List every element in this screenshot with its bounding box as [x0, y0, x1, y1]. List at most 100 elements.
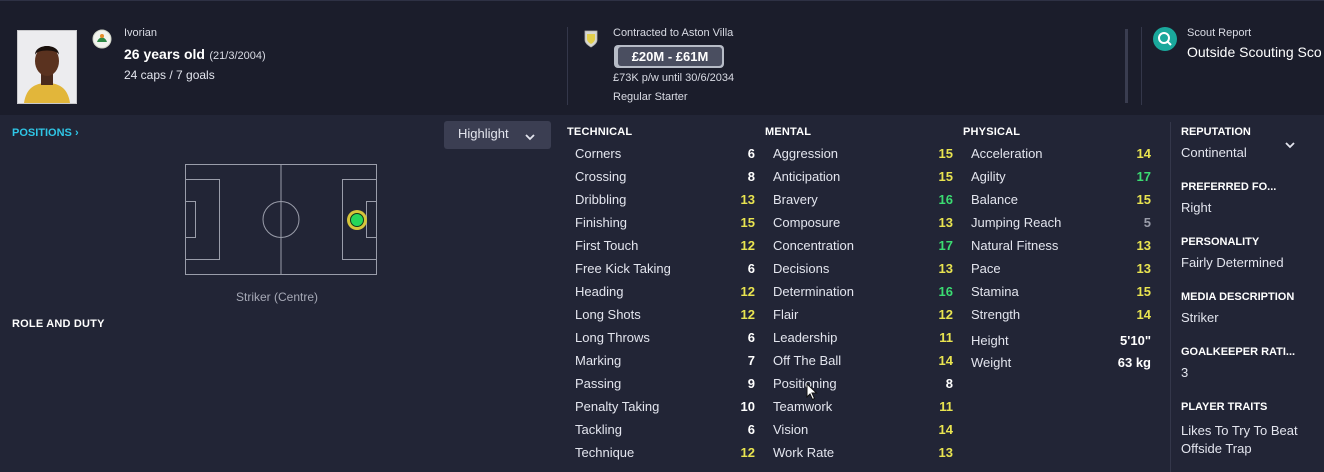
attribute-value: 9: [747, 376, 755, 391]
attribute-value: 11: [939, 399, 953, 414]
attribute-name[interactable]: Flair: [773, 306, 798, 324]
attribute-name[interactable]: Work Rate: [773, 444, 834, 462]
dob-text: (21/3/2004): [209, 50, 266, 62]
value-badge[interactable]: £20M - £61M: [614, 45, 724, 68]
attribute-value: 12: [740, 307, 755, 322]
attribute-name[interactable]: Teamwork: [773, 398, 832, 416]
attribute-name[interactable]: Leadership: [773, 329, 837, 347]
mouse-cursor-icon: [806, 382, 818, 406]
attribute-name[interactable]: Stamina: [971, 283, 1019, 301]
attribute-name[interactable]: Penalty Taking: [575, 398, 659, 416]
attribute-value: 6: [747, 330, 755, 345]
attribute-name[interactable]: Finishing: [575, 214, 627, 232]
attribute-name[interactable]: Composure: [773, 214, 840, 232]
attribute-name[interactable]: Acceleration: [971, 145, 1043, 163]
age-line: 26 years old (21/3/2004): [124, 46, 266, 64]
attribute-name[interactable]: Technique: [575, 444, 634, 462]
reputation-value: Continental: [1181, 145, 1247, 160]
attribute-name[interactable]: Decisions: [773, 260, 829, 278]
attribute-name[interactable]: Crossing: [575, 168, 626, 186]
attribute-name[interactable]: Marking: [575, 352, 621, 370]
attribute-value: 12: [740, 284, 755, 299]
attribute-name[interactable]: Passing: [575, 375, 621, 393]
attribute-name[interactable]: Bravery: [773, 191, 818, 209]
divider: [567, 27, 568, 105]
attribute-value: 13: [1136, 238, 1151, 253]
chevron-right-icon: ›: [74, 127, 79, 139]
caps-goals: 24 caps / 7 goals: [124, 68, 215, 82]
nationality: Ivorian: [124, 27, 158, 39]
attribute-name[interactable]: Heading: [575, 283, 623, 301]
attribute-value: 5: [1143, 215, 1151, 230]
attribute-name[interactable]: Positioning: [773, 375, 837, 393]
attribute-value: 10: [740, 399, 755, 414]
attribute-name[interactable]: Anticipation: [773, 168, 840, 186]
personality-label: PERSONALITY: [1181, 236, 1260, 248]
attribute-value: 13: [740, 192, 755, 207]
positions-label: POSITIONS: [12, 127, 72, 139]
attribute-value: 6: [747, 261, 755, 276]
gk-value: 3: [1181, 365, 1189, 380]
media-label: MEDIA DESCRIPTION: [1181, 291, 1295, 303]
attribute-value: 12: [740, 445, 755, 460]
attribute-name[interactable]: First Touch: [575, 237, 638, 255]
attribute-value: 13: [1136, 261, 1151, 276]
attribute-value: 8: [747, 169, 755, 184]
squad-status: Regular Starter: [613, 91, 688, 103]
attribute-name[interactable]: Tackling: [575, 421, 622, 439]
attribute-value: 15: [938, 169, 953, 184]
position-name: Striker (Centre): [236, 290, 319, 304]
attribute-name[interactable]: Pace: [971, 260, 1001, 278]
highlight-dropdown[interactable]: Highlight: [444, 121, 551, 149]
attribute-name[interactable]: Agility: [971, 168, 1006, 186]
attribute-name[interactable]: Off The Ball: [773, 352, 841, 370]
height-value: 5'10": [1120, 333, 1151, 348]
attribute-value: 8: [945, 376, 953, 391]
attribute-value: 15: [1136, 192, 1151, 207]
reputation-label: REPUTATION: [1181, 126, 1251, 138]
attribute-value: 14: [938, 353, 953, 368]
attribute-name[interactable]: Natural Fitness: [971, 237, 1058, 255]
attribute-value: 13: [938, 445, 953, 460]
divider: [1141, 27, 1142, 105]
attribute-name[interactable]: Dribbling: [575, 191, 626, 209]
attribute-name[interactable]: Free Kick Taking: [575, 260, 671, 278]
physical-title: PHYSICAL: [963, 126, 1021, 138]
attribute-value: 11: [939, 330, 953, 345]
scout-value[interactable]: Outside Scouting Sco: [1187, 44, 1322, 60]
attribute-name[interactable]: Balance: [971, 191, 1018, 209]
trait-item[interactable]: Likes To Try To Beat: [1181, 423, 1298, 438]
attribute-name[interactable]: Jumping Reach: [971, 214, 1061, 232]
weight-label: Weight: [971, 355, 1012, 370]
search-icon[interactable]: [1153, 27, 1177, 51]
pitch-diagram: [185, 164, 377, 275]
value-range: £20M - £61M: [618, 47, 722, 66]
attribute-value: 6: [747, 146, 755, 161]
attribute-name[interactable]: Corners: [575, 145, 621, 163]
chevron-down-icon[interactable]: [1284, 137, 1296, 155]
aston-villa-badge-icon: [584, 30, 598, 48]
attribute-value: 6: [747, 422, 755, 437]
attribute-value: 15: [938, 146, 953, 161]
foot-value: Right: [1181, 200, 1212, 215]
attribute-value: 14: [938, 422, 953, 437]
attribute-value: 15: [740, 215, 755, 230]
attribute-value: 7: [747, 353, 755, 368]
player-photo: [17, 30, 77, 104]
attribute-value: 14: [1136, 307, 1151, 322]
position-marker[interactable]: [347, 210, 367, 230]
attribute-name[interactable]: Long Throws: [575, 329, 650, 347]
divider: [1170, 122, 1171, 472]
player-header: Ivorian 26 years old (21/3/2004) 24 caps…: [0, 0, 1324, 115]
attribute-name[interactable]: Concentration: [773, 237, 854, 255]
gk-label: GOALKEEPER RATI...: [1181, 346, 1296, 358]
trait-item[interactable]: Offside Trap: [1181, 441, 1252, 456]
attribute-name[interactable]: Aggression: [773, 145, 838, 163]
scrollbar[interactable]: [1125, 29, 1128, 103]
attribute-name[interactable]: Long Shots: [575, 306, 641, 324]
attribute-name[interactable]: Strength: [971, 306, 1020, 324]
attribute-name[interactable]: Determination: [773, 283, 854, 301]
attribute-name[interactable]: Vision: [773, 421, 808, 439]
positions-link[interactable]: POSITIONS ›: [12, 127, 79, 139]
age-text: 26 years old: [124, 46, 205, 62]
